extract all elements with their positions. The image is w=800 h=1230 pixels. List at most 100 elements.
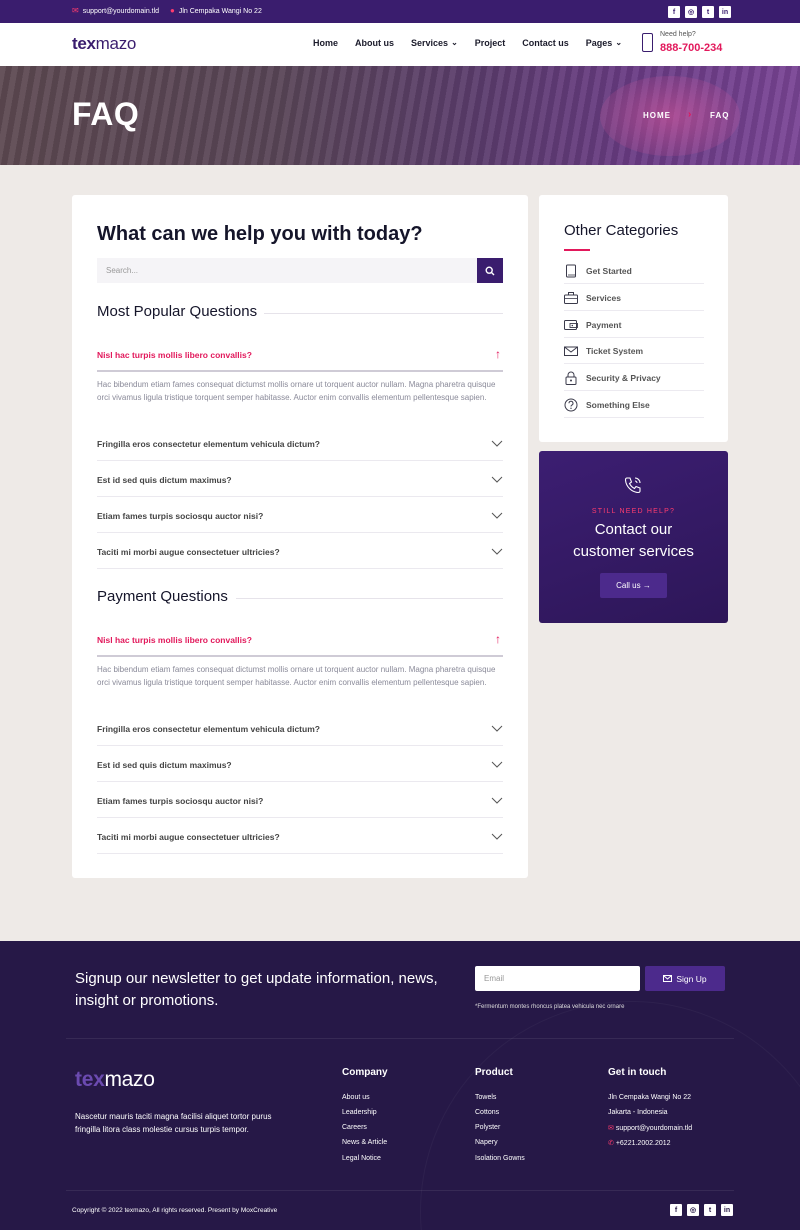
faq-question-active[interactable]: Nisl hac turpis mollis libero convallis?… [97, 632, 503, 646]
footer-link[interactable]: Legal Notice [342, 1155, 381, 1162]
newsletter-email-input[interactable] [475, 966, 640, 991]
facebook-icon[interactable]: f [670, 1204, 682, 1216]
logo-bold: tex [72, 34, 96, 53]
footer: Signup our newsletter to get update info… [0, 941, 800, 1230]
category-something-else[interactable]: Something Else [564, 391, 704, 418]
breadcrumb-home[interactable]: HOME [643, 111, 671, 120]
nav-project[interactable]: Project [475, 38, 506, 48]
phone-icon: ✆ [608, 1140, 614, 1147]
category-ticket-system[interactable]: Ticket System [564, 337, 704, 364]
facebook-icon[interactable]: f [668, 6, 680, 18]
footer-divider [66, 1038, 734, 1039]
category-label: Ticket System [586, 346, 644, 356]
faq-question-text: Taciti mi morbi augue consectetuer ultri… [97, 547, 280, 557]
faq-heading: What can we help you with today? [97, 223, 423, 245]
envelope-icon: ✉ [608, 1125, 614, 1132]
nav-home[interactable]: Home [313, 38, 338, 48]
faq-question[interactable]: Est id sed quis dictum maximus? [97, 475, 503, 485]
nav-services[interactable]: Services [411, 38, 448, 48]
title-underline [564, 249, 590, 251]
help-kicker: STILL NEED HELP? [591, 508, 676, 515]
faq-question[interactable]: Taciti mi morbi augue consectetuer ultri… [97, 547, 503, 557]
chevron-down-icon[interactable] [491, 509, 503, 521]
category-get-started[interactable]: Get Started [564, 257, 704, 284]
footer-link[interactable]: Towels [475, 1094, 496, 1101]
faq-question-text: Est id sed quis dictum maximus? [97, 475, 232, 485]
faq-question[interactable]: Fringilla eros consectetur elementum veh… [97, 724, 503, 734]
nav-about[interactable]: About us [355, 38, 394, 48]
section-title: Payment Questions [97, 588, 228, 605]
newsletter-text: Signup our newsletter to get update info… [75, 970, 438, 1009]
breadcrumb-current: FAQ [710, 111, 730, 120]
instagram-icon[interactable]: ◎ [685, 6, 697, 18]
phone-icon [642, 33, 653, 52]
twitter-icon[interactable]: t [702, 6, 714, 18]
chevron-down-icon[interactable] [491, 830, 503, 842]
faq-question[interactable]: Fringilla eros consectetur elementum veh… [97, 439, 503, 449]
logo-rest: mazo [104, 1068, 155, 1091]
footer-divider [66, 1190, 734, 1191]
twitter-icon[interactable]: t [704, 1204, 716, 1216]
footer-link[interactable]: Leadership [342, 1109, 377, 1116]
faq-question-text: Etiam fames turpis sociosqu auctor nisi? [97, 796, 264, 806]
category-payment[interactable]: Payment [564, 311, 704, 338]
envelope-icon [663, 975, 673, 982]
signup-button[interactable]: Sign Up [645, 966, 725, 991]
row-divider [97, 496, 503, 497]
linkedin-icon[interactable]: in [721, 1204, 733, 1216]
category-security[interactable]: Security & Privacy [564, 364, 704, 391]
footer-link[interactable]: Napery [475, 1139, 498, 1146]
footer-email-text: support@yourdomain.tld [615, 1125, 693, 1132]
faq-question[interactable]: Etiam fames turpis sociosqu auctor nisi? [97, 511, 503, 521]
footer-link[interactable]: Cottons [475, 1109, 499, 1116]
footer-social: f ◎ t in [670, 1204, 733, 1216]
footer-link[interactable]: Polyster [475, 1124, 500, 1131]
faq-question-text: Nisl hac turpis mollis libero convallis? [97, 635, 252, 645]
row-divider [97, 568, 503, 569]
chevron-down-icon[interactable]: ⌄ [451, 38, 458, 48]
footer-link[interactable]: News & Article [342, 1139, 387, 1146]
linkedin-icon[interactable]: in [719, 6, 731, 18]
envelope-icon: ✉ [72, 6, 79, 15]
page-hero: FAQ [0, 66, 800, 165]
search-bar [97, 258, 503, 283]
faq-question[interactable]: Etiam fames turpis sociosqu auctor nisi? [97, 796, 503, 806]
footer-email[interactable]: ✉ support@yourdomain.tld [608, 1124, 692, 1132]
call-us-button[interactable]: Call us → [600, 573, 667, 598]
arrow-up-icon[interactable]: ↑ [495, 347, 501, 361]
top-email[interactable]: ✉ support@yourdomain.tld [72, 7, 159, 15]
faq-question-active[interactable]: Nisl hac turpis mollis libero convallis?… [97, 347, 503, 361]
categories-card: Other Categories Get Started Services Pa… [539, 195, 728, 442]
footer-link[interactable]: Careers [342, 1124, 367, 1131]
newsletter-note: *Fermentum montes rhoncus platea vehicul… [475, 1004, 625, 1010]
footer-link[interactable]: About us [342, 1094, 370, 1101]
chevron-down-icon[interactable] [491, 758, 503, 770]
chevron-down-icon[interactable] [491, 794, 503, 806]
instagram-icon[interactable]: ◎ [687, 1204, 699, 1216]
top-bar: ✉ support@yourdomain.tld ● Jln Cempaka W… [0, 0, 800, 23]
search-button[interactable] [477, 258, 503, 283]
row-divider [97, 532, 503, 533]
faq-question-text: Nisl hac turpis mollis libero convallis? [97, 350, 252, 360]
chevron-down-icon[interactable] [491, 722, 503, 734]
nav-contact[interactable]: Contact us [522, 38, 569, 48]
footer-phone[interactable]: ✆ +6221.2002.2012 [608, 1139, 671, 1147]
faq-question[interactable]: Taciti mi morbi augue consectetuer ultri… [97, 832, 503, 842]
faq-question[interactable]: Est id sed quis dictum maximus? [97, 760, 503, 770]
chevron-down-icon[interactable] [491, 545, 503, 557]
logo[interactable]: texmazo [72, 34, 136, 54]
help-title: Contact our customer services [539, 519, 728, 563]
search-input[interactable] [97, 258, 477, 283]
category-services[interactable]: Services [564, 284, 704, 311]
arrow-up-icon[interactable]: ↑ [495, 632, 501, 646]
footer-logo[interactable]: texmazo [75, 1068, 155, 1092]
nav-pages[interactable]: Pages [586, 38, 613, 48]
need-help-phone[interactable]: 888-700-234 [660, 42, 722, 54]
copyright: Copyright © 2022 texmazo, All rights res… [72, 1207, 278, 1214]
chevron-down-icon[interactable] [491, 473, 503, 485]
chevron-down-icon[interactable]: ⌄ [615, 38, 622, 48]
chevron-down-icon[interactable] [491, 437, 503, 449]
book-icon [566, 264, 576, 278]
footer-link[interactable]: Isolation Gowns [475, 1155, 525, 1162]
category-label: Payment [586, 320, 622, 330]
